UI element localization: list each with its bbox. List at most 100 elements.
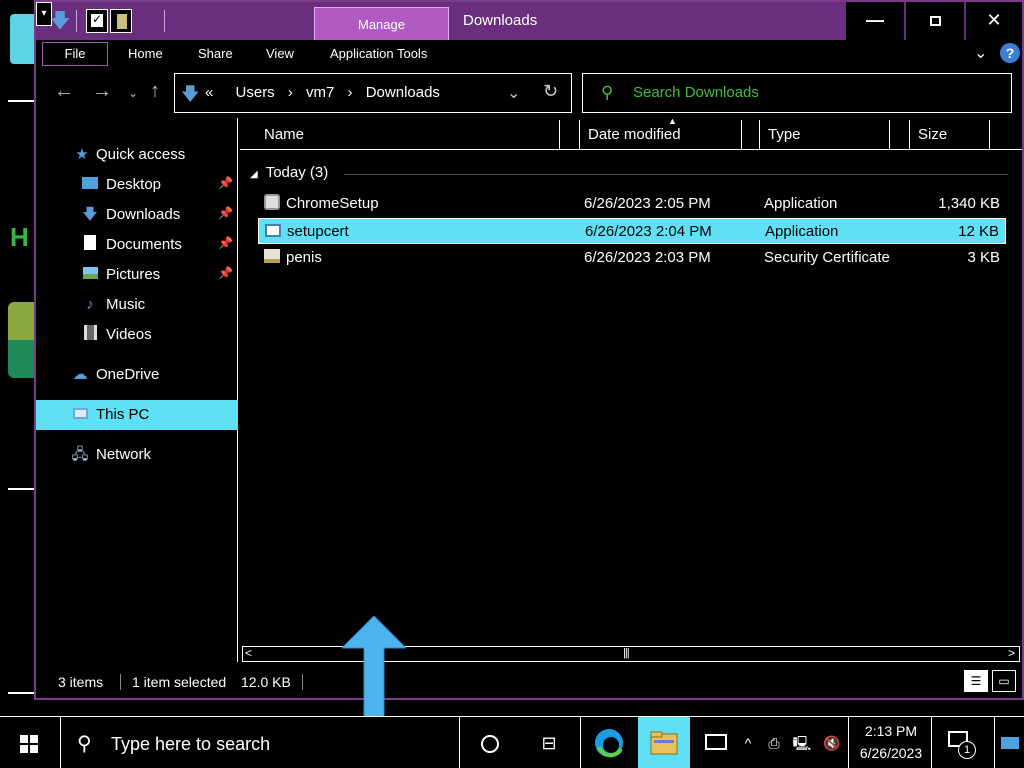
file-row-setupcert[interactable]: setupcert 6/26/2023 2:04 PM Application … bbox=[258, 218, 1006, 244]
cortana-button[interactable] bbox=[462, 717, 516, 768]
column-divider[interactable] bbox=[742, 120, 760, 150]
search-icon: ⚲ bbox=[601, 83, 614, 102]
network-status-icon[interactable]: 🖳 bbox=[788, 717, 816, 768]
sidebar-item-label: Downloads bbox=[106, 206, 181, 223]
column-divider[interactable] bbox=[890, 120, 910, 150]
selection-size: 12.0 KB bbox=[241, 674, 291, 690]
sidebar-item-downloads[interactable]: 🡇 Downloads 📌 bbox=[36, 200, 238, 230]
breadcrumb-downloads[interactable]: Downloads bbox=[366, 84, 440, 101]
meet-now-icon[interactable]: ⎙ bbox=[762, 717, 786, 768]
help-icon[interactable]: ? bbox=[1000, 43, 1020, 63]
tab-file[interactable]: File bbox=[42, 42, 108, 66]
taskbar-search-box[interactable]: ⚲ Type here to search bbox=[60, 717, 460, 768]
sidebar-item-label: This PC bbox=[96, 406, 150, 423]
scroll-right-icon[interactable]: > bbox=[1008, 646, 1015, 660]
volume-muted-icon[interactable]: 🔇 bbox=[818, 717, 846, 768]
cortana-ring-icon bbox=[481, 735, 499, 753]
close-button[interactable]: ✕ bbox=[966, 2, 1022, 40]
back-arrow-icon[interactable]: ← bbox=[54, 80, 74, 103]
up-arrow-icon[interactable]: ↑ bbox=[150, 80, 160, 103]
sidebar-item-videos[interactable]: Videos bbox=[36, 320, 238, 350]
edge-taskbar-button[interactable] bbox=[580, 717, 636, 768]
pin-icon[interactable]: 📌 bbox=[218, 236, 233, 250]
minimize-icon: — bbox=[866, 10, 884, 30]
group-header[interactable]: ◢ Today (3) bbox=[250, 164, 328, 181]
notification-center-button[interactable]: 1 bbox=[936, 717, 988, 768]
forward-arrow-icon[interactable]: → bbox=[92, 80, 112, 103]
selection-count: 1 item selected bbox=[132, 674, 227, 690]
show-hidden-icons-chevron-icon[interactable]: ^ bbox=[736, 717, 760, 768]
desktop-image-tile[interactable] bbox=[8, 302, 34, 378]
tab-view[interactable]: View bbox=[266, 46, 294, 61]
edge-icon bbox=[594, 729, 623, 758]
sidebar-item-desktop[interactable]: Desktop 📌 bbox=[36, 170, 238, 200]
search-box[interactable]: ⚲ bbox=[582, 73, 1012, 113]
column-header-date[interactable]: Date modified bbox=[580, 120, 742, 150]
sidebar-item-documents[interactable]: Documents 📌 bbox=[36, 230, 238, 260]
download-icon: 🡇 bbox=[82, 206, 98, 223]
desktop-divider bbox=[8, 488, 34, 490]
item-count: 3 items bbox=[58, 674, 104, 690]
pin-icon[interactable]: 📌 bbox=[218, 176, 233, 190]
sidebar-item-music[interactable]: ♪ Music bbox=[36, 290, 238, 320]
tab-share[interactable]: Share bbox=[198, 46, 233, 61]
sidebar-item-quick-access[interactable]: ★ Quick access bbox=[36, 140, 238, 170]
minimize-button[interactable]: — bbox=[846, 2, 904, 40]
sidebar-item-label: Network bbox=[96, 446, 152, 463]
title-bar[interactable]: 🡇 ✓ ▾ Manage Downloads — ✕ bbox=[36, 2, 1022, 40]
taskbar: ⚲ Type here to search ⊟ ^ ⎙ 🖳 🔇 2:13 PM bbox=[0, 716, 1024, 768]
file-size: 1,340 KB bbox=[938, 195, 1000, 212]
mail-taskbar-button[interactable] bbox=[694, 717, 738, 768]
refresh-icon[interactable]: ↻ bbox=[543, 81, 558, 102]
search-icon: ⚲ bbox=[77, 733, 92, 755]
column-header-type[interactable]: Type bbox=[760, 120, 890, 150]
details-view-icon[interactable]: ☰ bbox=[964, 670, 988, 692]
column-header-size[interactable]: Size bbox=[910, 120, 990, 150]
maximize-button[interactable] bbox=[906, 2, 964, 40]
breadcrumb-chevron-icon[interactable]: › bbox=[348, 84, 353, 101]
file-type: Application bbox=[764, 195, 838, 212]
scroll-left-icon[interactable]: < bbox=[245, 646, 252, 660]
new-folder-icon[interactable] bbox=[110, 9, 132, 33]
breadcrumb-overflow[interactable]: « bbox=[205, 84, 213, 101]
recent-locations-chevron-icon[interactable]: ⌄ bbox=[128, 86, 138, 100]
breadcrumb-users[interactable]: Users bbox=[236, 84, 275, 101]
group-divider bbox=[344, 174, 1008, 175]
column-header-name[interactable]: Name bbox=[256, 120, 560, 150]
file-row-chromesetup[interactable]: ChromeSetup 6/26/2023 2:05 PM Applicatio… bbox=[258, 191, 1006, 217]
tab-manage[interactable]: Manage bbox=[314, 7, 449, 40]
sidebar-item-this-pc[interactable]: This PC bbox=[36, 400, 238, 430]
large-icons-view-icon[interactable]: ▭ bbox=[992, 670, 1016, 692]
file-size: 12 KB bbox=[958, 223, 999, 240]
properties-icon[interactable]: ✓ bbox=[86, 9, 108, 33]
collapse-triangle-icon[interactable]: ◢ bbox=[250, 169, 258, 180]
sidebar-item-onedrive[interactable]: ☁ OneDrive bbox=[36, 360, 238, 390]
desktop-app-tile[interactable] bbox=[10, 14, 34, 64]
download-folder-icon: 🡇 bbox=[181, 84, 200, 104]
scroll-thumb-grip-icon[interactable]: ||| bbox=[623, 647, 630, 659]
file-explorer-taskbar-button[interactable] bbox=[638, 717, 690, 768]
show-desktop-button[interactable] bbox=[994, 717, 1024, 768]
taskbar-clock[interactable]: 2:13 PM 6/26/2023 bbox=[848, 717, 932, 768]
sidebar-item-network[interactable]: 🖧 Network bbox=[36, 440, 238, 470]
ribbon-tabs: File Home Share View Application Tools ⌄… bbox=[36, 40, 1022, 68]
pin-icon[interactable]: 📌 bbox=[218, 266, 233, 280]
breadcrumb-chevron-icon[interactable]: › bbox=[288, 84, 293, 101]
download-folder-icon[interactable]: 🡇 bbox=[48, 8, 72, 34]
file-row-penis[interactable]: penis 6/26/2023 2:03 PM Security Certifi… bbox=[258, 245, 1006, 271]
task-view-button[interactable]: ⊟ bbox=[520, 717, 578, 768]
sidebar-item-pictures[interactable]: Pictures 📌 bbox=[36, 260, 238, 290]
address-history-chevron-icon[interactable]: ⌄ bbox=[507, 83, 520, 103]
pin-icon[interactable]: 📌 bbox=[218, 206, 233, 220]
start-button[interactable] bbox=[0, 717, 60, 768]
address-bar[interactable]: 🡇 « Users › vm7 › Downloads ⌄ ↻ bbox=[174, 73, 572, 113]
expand-ribbon-chevron-icon[interactable]: ⌄ bbox=[974, 43, 987, 63]
tab-application-tools[interactable]: Application Tools bbox=[330, 46, 427, 61]
installer-icon bbox=[262, 194, 282, 214]
breadcrumb-vm7[interactable]: vm7 bbox=[306, 84, 334, 101]
search-input[interactable] bbox=[633, 84, 993, 101]
file-type: Security Certificate bbox=[764, 249, 890, 266]
tab-home[interactable]: Home bbox=[128, 46, 163, 61]
column-divider[interactable] bbox=[560, 120, 580, 150]
quick-access-separator bbox=[76, 10, 77, 32]
